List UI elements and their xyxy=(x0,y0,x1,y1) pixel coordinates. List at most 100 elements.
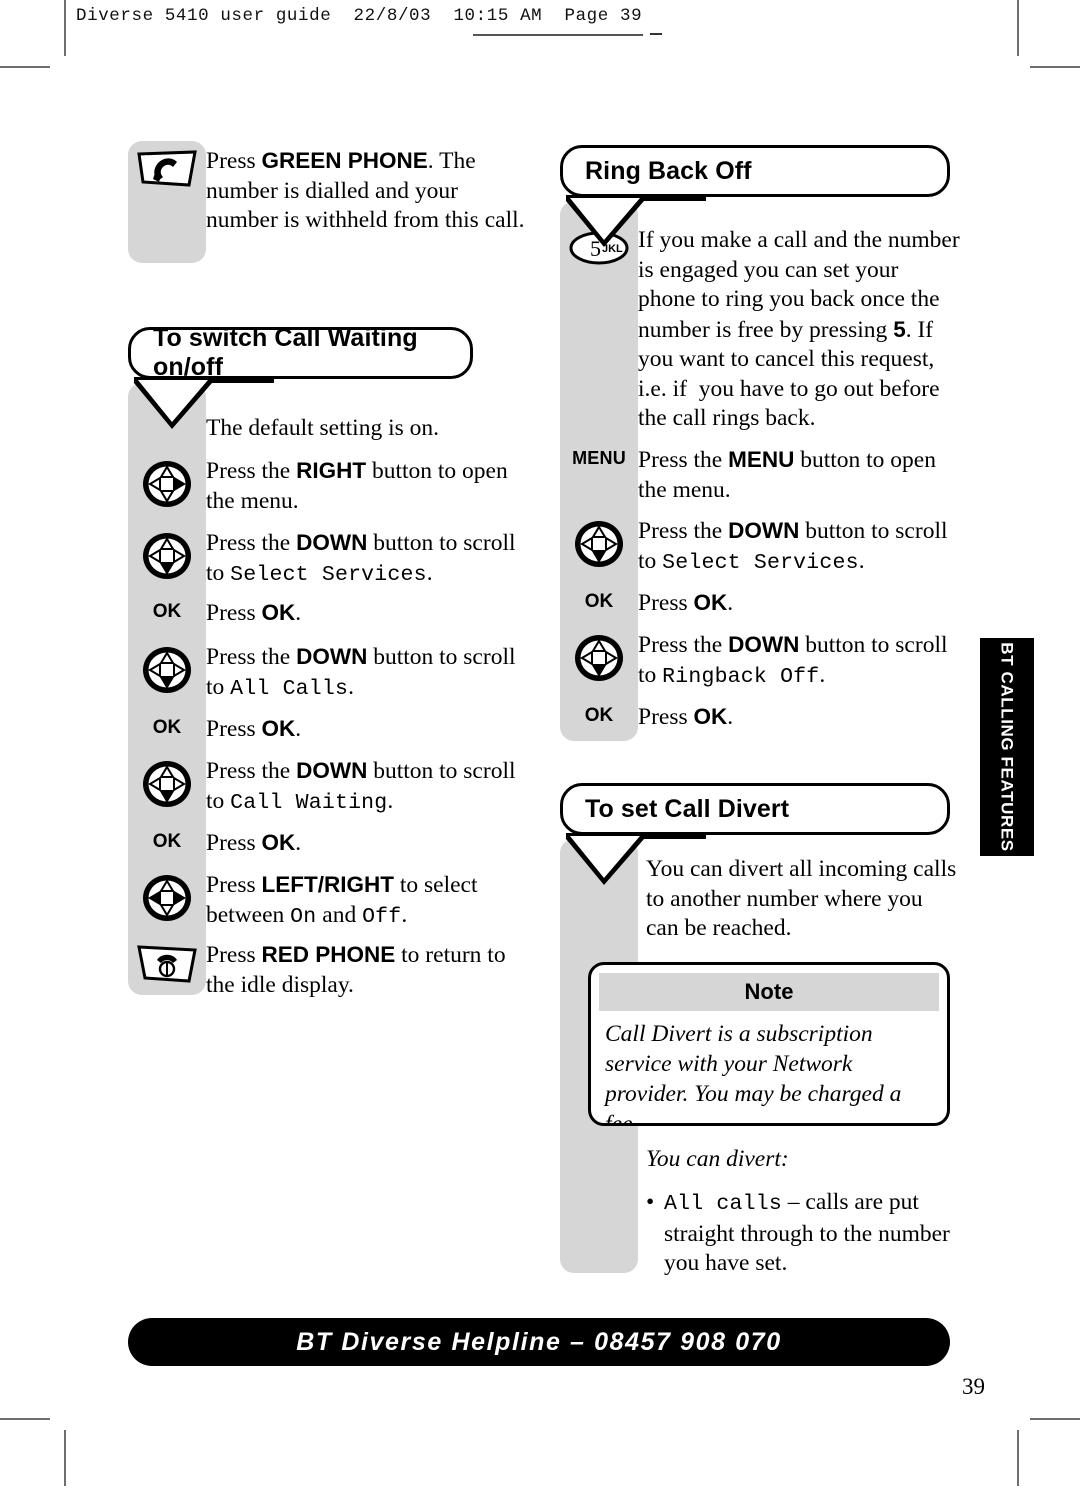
step-text: Press LEFT/RIGHT to select between On an… xyxy=(206,872,478,929)
menu-key-label: MENU xyxy=(572,448,626,468)
bullet-dot-icon: • xyxy=(646,1189,655,1215)
heading-ring-back-off-bubble: Ring Back Off xyxy=(560,145,950,247)
helpline-footer-label: BT Diverse Helpline – 08457 908 070 xyxy=(296,1327,782,1356)
step-text: Press OK. xyxy=(206,830,302,856)
step-text: Press OK. xyxy=(206,600,302,626)
ok-key-label: OK xyxy=(152,717,182,738)
page-number: 39 xyxy=(962,1374,985,1399)
crop-mark-top-right-horizontal xyxy=(1030,66,1080,69)
key-name-right: RIGHT xyxy=(296,458,367,483)
step-rb-press-ok-1: OK Press OK. xyxy=(560,588,960,619)
registration-mark-left xyxy=(0,690,68,780)
step-text: Press the DOWN button to scroll to Ringb… xyxy=(638,632,948,689)
nav-pad-down-icon xyxy=(560,516,638,578)
heading-call-divert-bubble: To set Call Divert xyxy=(560,783,950,885)
bullet-text: All calls – calls are put straight throu… xyxy=(664,1188,958,1279)
note-box: Note Call Divert is a subscription servi… xyxy=(588,962,950,1126)
step-red-phone: Press RED PHONE to return to the idle di… xyxy=(128,940,528,1000)
heading-call-waiting-label: To switch Call Waiting on/off xyxy=(128,324,473,381)
key-name-down: DOWN xyxy=(296,758,368,783)
step-left-right-on-off: Press LEFT/RIGHT to select between On an… xyxy=(128,870,528,932)
lcd-off: Off xyxy=(362,904,402,929)
crop-mark-bottom-left-horizontal xyxy=(0,1418,50,1421)
nav-pad-left-right-icon xyxy=(128,870,206,932)
step-text: Press OK. xyxy=(638,590,734,616)
key-name-down: DOWN xyxy=(728,632,800,657)
step-press-ok-3: OK Press OK. xyxy=(128,828,528,859)
ok-key-label: OK xyxy=(584,591,614,612)
key-name-red-phone: RED PHONE xyxy=(261,942,396,967)
key-name-down: DOWN xyxy=(728,518,800,543)
side-tab-bt-calling-features: BT CALLING FEATURES xyxy=(980,638,1034,856)
helpline-footer-bar: BT Diverse Helpline – 08457 908 070 xyxy=(128,1318,950,1366)
heading-call-divert-label: To set Call Divert xyxy=(560,783,950,835)
print-header-text: Diverse 5410 user guide 22/8/03 10:15 AM… xyxy=(76,6,643,26)
step-text: Press OK. xyxy=(206,716,302,742)
key-name-ok: OK xyxy=(693,704,728,729)
lcd-all-calls-lower: All calls xyxy=(664,1192,782,1216)
red-phone-key-icon xyxy=(128,940,206,1000)
step-text: Press the DOWN button to scroll to Call … xyxy=(206,758,516,815)
key-name-down: DOWN xyxy=(296,644,368,669)
ok-key-label: OK xyxy=(152,831,182,852)
crop-mark-top-right-vertical xyxy=(1017,0,1019,56)
step-text: Press OK. xyxy=(638,704,734,730)
crop-mark-top-left-horizontal xyxy=(0,66,50,69)
ok-key-icon: OK xyxy=(560,702,638,733)
nav-pad-right-icon xyxy=(128,456,206,516)
registration-mark-bottom xyxy=(492,1404,582,1494)
key-name-ok: OK xyxy=(261,830,296,855)
lcd-ringback-off: Ringback Off xyxy=(662,664,820,689)
step-text: Press RED PHONE to return to the idle di… xyxy=(206,942,506,998)
nav-pad-down-icon xyxy=(560,630,638,692)
step-rb-press-ok-2: OK Press OK. xyxy=(560,702,960,733)
you-can-divert-lead: You can divert: xyxy=(646,1146,789,1172)
ok-key-icon: OK xyxy=(128,714,206,745)
step-text: If you make a call and the number is eng… xyxy=(638,227,960,431)
bubble-tail xyxy=(566,195,706,257)
step-down-call-waiting: Press the DOWN button to scroll to Call … xyxy=(128,756,528,818)
crop-mark-top-left-vertical xyxy=(64,0,66,56)
green-phone-key-icon xyxy=(128,146,206,236)
side-tab-label: BT CALLING FEATURES xyxy=(998,642,1018,852)
ok-key-icon: OK xyxy=(560,588,638,619)
crop-mark-bottom-right-horizontal xyxy=(1030,1418,1080,1421)
nav-pad-down-icon xyxy=(128,528,206,590)
crop-mark-bottom-left-vertical xyxy=(64,1430,66,1486)
step-ringback-intro: 5 JKL If you make a call and the number … xyxy=(560,226,960,434)
lcd-select-services: Select Services xyxy=(230,562,427,587)
key-name-ok: OK xyxy=(693,590,728,615)
ok-key-label: OK xyxy=(584,705,614,726)
step-text: Press the MENU button to open the menu. xyxy=(638,447,936,503)
key-5-jkl-icon: 5 JKL xyxy=(560,226,638,434)
step-text: Press the DOWN button to scroll to Selec… xyxy=(638,518,948,575)
nav-pad-down-icon xyxy=(128,642,206,704)
key-name-green-phone: GREEN PHONE xyxy=(261,148,428,173)
lcd-call-waiting: Call Waiting xyxy=(230,790,388,815)
step-rb-down-ringback-off: Press the DOWN button to scroll to Ringb… xyxy=(560,630,960,692)
step-press-ok-2: OK Press OK. xyxy=(128,714,528,745)
step-text: Press the RIGHT button to open the menu. xyxy=(206,458,508,514)
ok-key-label: OK xyxy=(152,601,182,622)
step-press-menu: MENU Press the MENU button to open the m… xyxy=(560,445,960,505)
note-body: Call Divert is a subscription service wi… xyxy=(605,1021,902,1126)
step-down-select-services: Press the DOWN button to scroll to Selec… xyxy=(128,528,528,590)
lcd-all-calls: All Calls xyxy=(230,676,349,701)
step-rb-down-select-services: Press the DOWN button to scroll to Selec… xyxy=(560,516,960,578)
header-dash-mark xyxy=(650,33,662,35)
key-name-left-right: LEFT/RIGHT xyxy=(261,872,394,897)
header-rule-under-time xyxy=(473,34,643,36)
bubble-tail xyxy=(566,833,706,895)
lcd-on: On xyxy=(290,904,317,929)
note-title: Note xyxy=(599,973,939,1011)
bubble-tail xyxy=(134,377,274,439)
heading-call-waiting-bubble: To switch Call Waiting on/off xyxy=(128,324,473,429)
step-text: Press GREEN PHONE. The number is dialled… xyxy=(206,148,525,233)
step-green-phone: Press GREEN PHONE. The number is dialled… xyxy=(128,146,528,236)
lcd-select-services: Select Services xyxy=(662,550,859,575)
page-canvas: Diverse 5410 user guide 22/8/03 10:15 AM… xyxy=(0,0,1080,1486)
menu-key-icon: MENU xyxy=(560,445,638,505)
ok-key-icon: OK xyxy=(128,828,206,859)
key-name-menu: MENU xyxy=(728,447,795,472)
step-text: Press the DOWN button to scroll to All C… xyxy=(206,644,516,701)
